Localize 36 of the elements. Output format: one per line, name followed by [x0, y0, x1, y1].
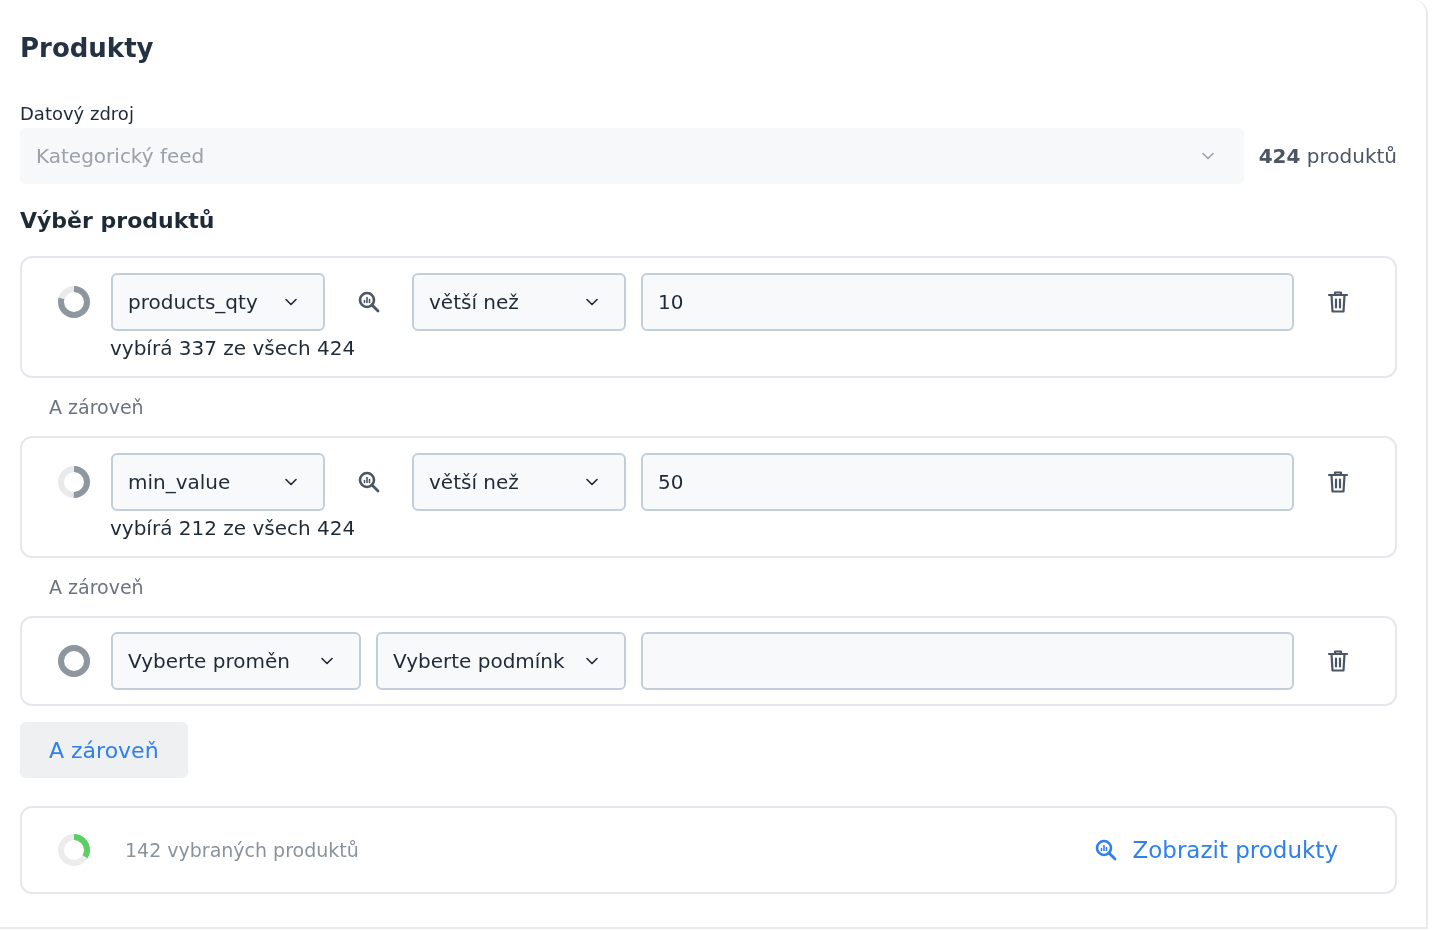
trash-icon[interactable]	[1327, 649, 1349, 673]
variable-select[interactable]: Vyberte proměn	[111, 632, 361, 690]
match-count-text: vybírá 337 ze všech 424	[110, 335, 357, 361]
variable-select[interactable]: products_qty	[111, 273, 325, 331]
chevron-down-icon	[285, 478, 297, 486]
condition-select[interactable]: větší než	[412, 273, 626, 331]
progress-ring-icon	[57, 285, 91, 319]
chevron-down-icon	[586, 478, 598, 486]
progress-ring-icon	[57, 465, 91, 499]
search-icon[interactable]	[357, 290, 381, 314]
search-icon[interactable]	[357, 470, 381, 494]
connector-label: A zároveň	[49, 575, 144, 599]
progress-ring-icon	[57, 644, 91, 678]
selected-count-text: 142 vybraných produktů	[125, 839, 360, 861]
section-heading: Výběr produktů	[20, 207, 216, 235]
condition-select[interactable]: Vyberte podmínk	[376, 632, 626, 690]
progress-ring-icon	[57, 833, 91, 867]
condition-select[interactable]: větší než	[412, 453, 626, 511]
field-label: Datový zdroj	[20, 102, 135, 126]
match-count-text: vybírá 212 ze všech 424	[110, 515, 357, 541]
product-count-text: 424 produktů	[1258, 144, 1397, 168]
trash-icon[interactable]	[1327, 290, 1349, 314]
value-field[interactable]: 10	[641, 273, 1294, 331]
chevron-down-icon	[321, 657, 333, 665]
connector-label: A zároveň	[49, 395, 144, 419]
value-field[interactable]: 50	[641, 453, 1294, 511]
chevron-down-icon	[1201, 152, 1214, 160]
trash-icon[interactable]	[1327, 470, 1349, 494]
show-products-link[interactable]: Zobrazit produkty	[1094, 837, 1338, 863]
chevron-down-icon	[586, 657, 598, 665]
variable-select[interactable]: min_value	[111, 453, 325, 511]
search-icon[interactable]	[1094, 838, 1119, 862]
page-title: Produkty	[20, 32, 155, 65]
chevron-down-icon	[285, 298, 297, 306]
value-field[interactable]	[641, 632, 1294, 690]
chevron-down-icon	[586, 298, 598, 306]
